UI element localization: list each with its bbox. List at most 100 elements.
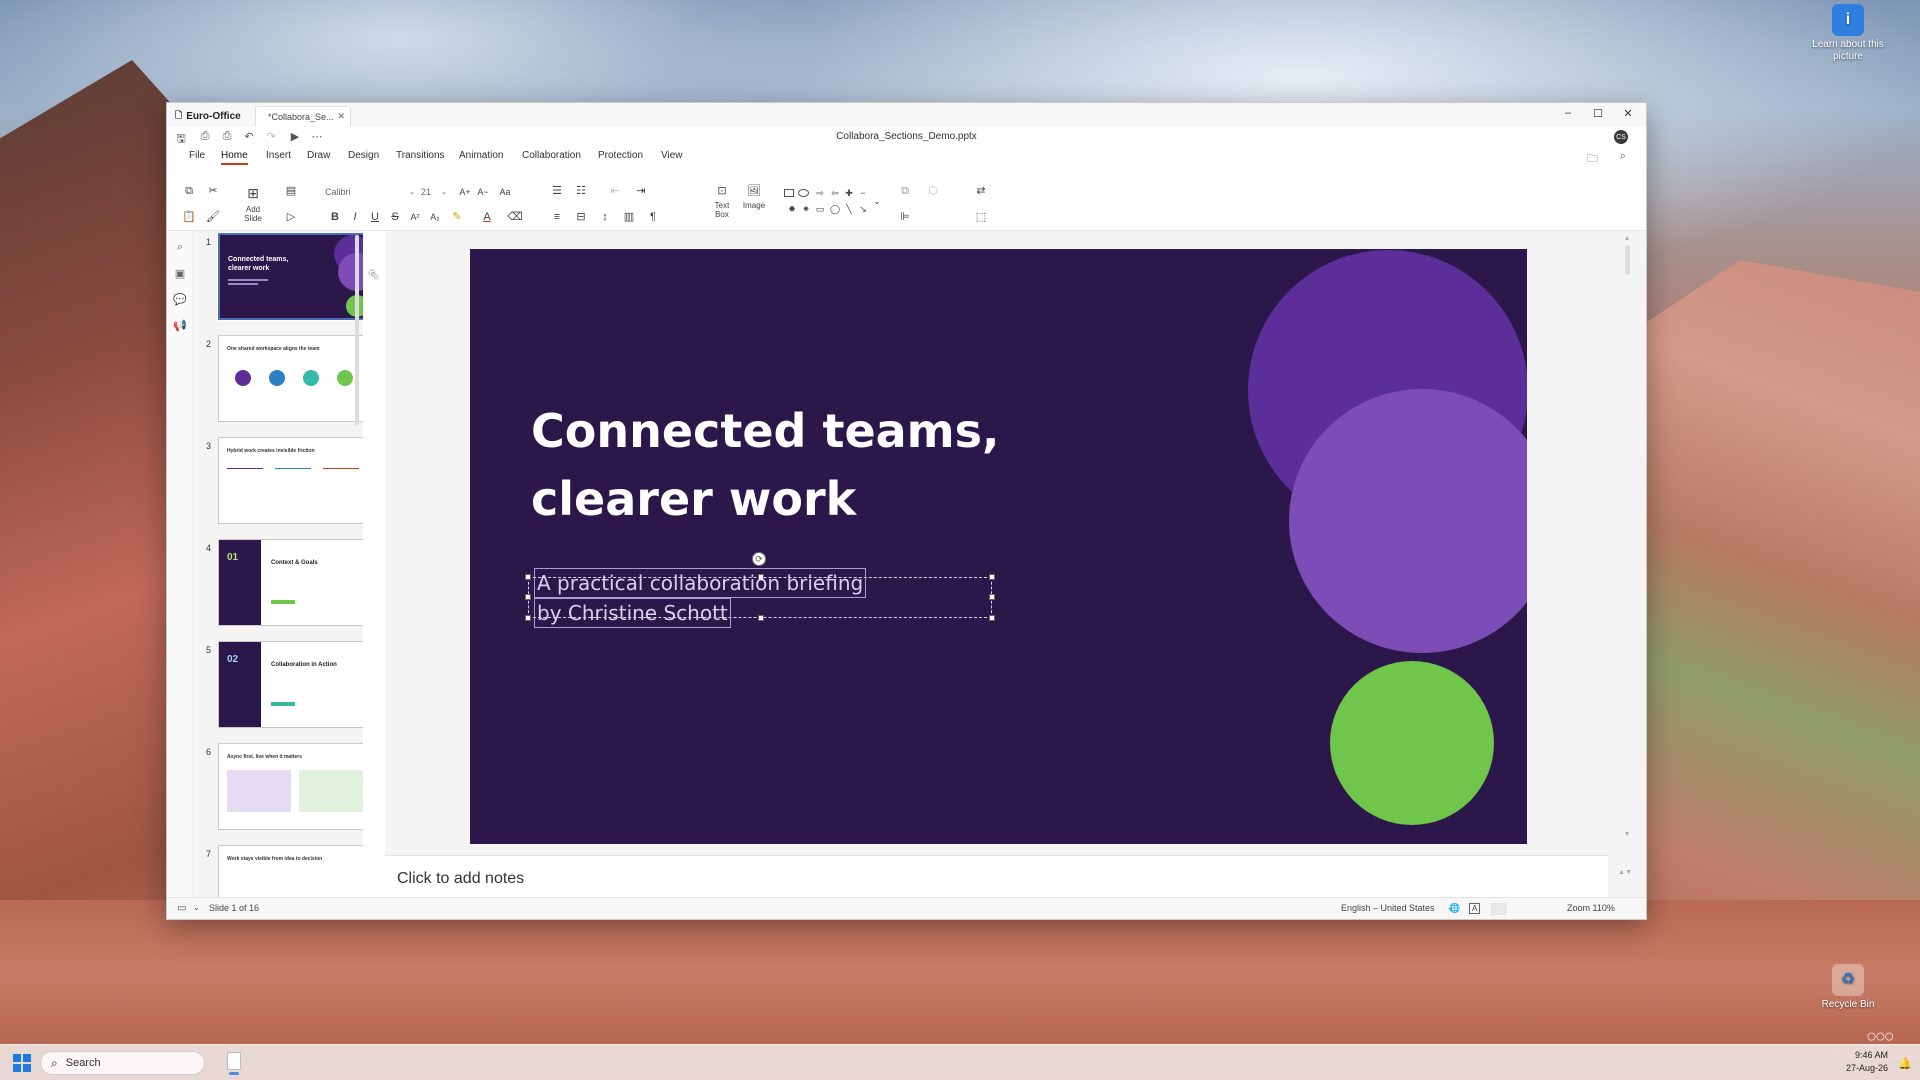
format-painter-icon[interactable]: 🖌 [205,209,221,225]
close-icon[interactable]: ✕ [1620,107,1636,120]
scroll-down-icon[interactable]: ▼ [1622,831,1632,838]
group-icon[interactable]: ⬡ [925,183,941,199]
copy-icon[interactable]: ⧉ [181,183,197,199]
text-box-button[interactable]: Text Box [708,201,736,219]
align-shapes-icon[interactable]: ⊫ [897,209,913,225]
close-tab-icon[interactable]: ✕ [338,111,346,122]
taskbar-app-euro-office[interactable] [222,1050,246,1076]
slide-thumbnail-2[interactable]: One shared workspace aligns the team [218,335,363,422]
slide-thumbnail-4[interactable]: 01 Context & Goals [218,539,363,626]
redo-icon[interactable]: ↷ [263,130,279,143]
rotate-handle[interactable]: ⟳ [752,552,766,566]
spellcheck-icon[interactable]: A [1469,903,1481,914]
slide-thumbnail-1[interactable]: Connected teams, clearer work [217,232,363,321]
add-slide-button[interactable]: Add Slide [237,205,269,223]
menu-insert[interactable]: Insert [266,150,291,161]
maximize-icon[interactable]: ☐ [1590,107,1606,120]
slide-canvas[interactable]: Connected teams, clearer work ⟳ A practi… [470,249,1527,844]
open-file-location-icon[interactable]: 🗀 [1587,150,1598,169]
fit-slide-icon[interactable] [1491,903,1507,915]
columns-icon[interactable]: ▥ [621,209,637,225]
more-icon[interactable]: ⋯ [309,130,325,143]
menu-draw[interactable]: Draw [307,150,330,161]
strikethrough-icon[interactable]: S [387,209,403,225]
align-left-icon[interactable]: ≡ [549,209,565,225]
slide-vertical-scrollbar[interactable] [1625,245,1630,275]
clear-formatting-icon[interactable]: ⌫ [507,209,523,225]
print-icon[interactable]: ⎙ [197,130,213,143]
slide-subtitle[interactable]: A practical collaboration briefing by Ch… [534,568,994,628]
notification-bell-icon[interactable]: 🔔 [1898,1057,1912,1070]
menu-protection[interactable]: Protection [598,150,643,161]
undo-icon[interactable]: ↶ [241,130,257,143]
bold-icon[interactable]: B [327,209,343,225]
feedback-icon[interactable]: 📢 [172,319,188,335]
slide-thumbnail-3[interactable]: Hybrid work creates invisible friction [218,437,363,524]
chevron-down-icon[interactable]: ⌄ [869,193,885,209]
slide-title[interactable]: Connected teams, clearer work [531,397,1091,533]
menu-transitions[interactable]: Transitions [396,150,445,161]
chevron-down-icon[interactable]: ⌄ [193,903,200,912]
menu-home[interactable]: Home [221,150,248,165]
slide-thumbnail-7[interactable]: Work stays visible from idea to decision [218,845,363,897]
quick-print-icon[interactable]: ⎙ [219,130,235,143]
highlight-color-icon[interactable]: ✎ [449,209,465,225]
arrange-icon[interactable]: ⧉ [897,183,913,199]
comments-icon[interactable]: 💬 [172,293,188,309]
subscript-icon[interactable]: A₂ [427,209,443,225]
scroll-up-icon[interactable]: ▲ [1622,235,1632,242]
rectangle-shape-icon[interactable] [784,189,794,197]
menu-file[interactable]: File [189,150,205,161]
ellipse-shape-icon[interactable] [798,189,809,197]
language-globe-icon[interactable]: 🌐 [1449,903,1460,914]
select-all-icon[interactable]: ⬚ [973,209,989,225]
image-icon[interactable]: 🖼 [746,183,762,199]
slideshow-start-icon[interactable]: ▭ [177,903,186,914]
change-case-icon[interactable]: Aa [497,184,513,200]
font-color-icon[interactable]: A [479,209,495,225]
increase-font-icon[interactable]: A+ [457,184,473,200]
app-home-tab[interactable]: 🗋 Euro-Office [175,106,241,126]
image-button[interactable]: Image [740,201,768,210]
bullets-icon[interactable]: ☰ [549,183,565,199]
slide-show-icon[interactable]: ▷ [283,209,299,225]
search-icon[interactable]: ⌕ [172,241,188,257]
italic-icon[interactable]: I [347,209,363,225]
menu-design[interactable]: Design [348,150,379,161]
zoom-level[interactable]: Zoom 110% [1567,903,1615,913]
menu-collaboration[interactable]: Collaboration [522,150,581,161]
add-slide-icon[interactable]: ⊞ [245,185,261,201]
increase-indent-icon[interactable]: ⇥ [633,183,649,199]
slides-panel-icon[interactable]: ▣ [172,267,188,283]
slide-layout-icon[interactable]: ▤ [283,183,299,199]
notes-pane[interactable]: Click to add notes [385,855,1608,897]
desktop-icon-learn-picture[interactable]: i Learn about this picture [1808,4,1888,63]
resize-handle[interactable] [525,574,531,580]
line-spacing-icon[interactable]: ↕ [597,209,613,225]
arrow-right-shape-icon[interactable]: ⇨ [812,185,828,201]
slideshow-icon[interactable]: ▶ [287,130,303,143]
slide-thumbnail-6[interactable]: Async first, live when it matters [218,743,363,830]
language-select[interactable]: English – United States [1341,903,1435,913]
callout-shape-icon[interactable]: ▭ [812,201,828,217]
vertical-align-icon[interactable]: ⊟ [573,209,589,225]
superscript-icon[interactable]: A² [407,209,423,225]
resize-handle[interactable] [525,594,531,600]
decrease-font-icon[interactable]: A− [475,184,491,200]
cut-icon[interactable]: ✂ [205,183,221,199]
text-box-icon[interactable]: ⊡ [714,183,730,199]
notes-scroll-icon[interactable]: ▲▼ [1618,869,1632,876]
paste-icon[interactable]: 📋 [181,209,197,225]
menu-animation[interactable]: Animation [459,150,503,161]
font-name-select[interactable]: Calibri ⌄ [325,184,415,200]
thumbnails-scrollbar[interactable] [355,235,359,425]
resize-handle[interactable] [525,615,531,621]
user-avatar[interactable]: CS [1614,130,1628,144]
font-size-select[interactable]: 21 ⌄ [421,184,447,200]
start-button[interactable] [13,1054,31,1072]
slide-thumbnail-5[interactable]: 02 Collaboration in Action [218,641,363,728]
system-clock[interactable]: 9:46 AM 27-Aug-26 [1846,1049,1888,1075]
search-icon[interactable]: ⌕ [1620,150,1626,163]
menu-view[interactable]: View [661,150,683,161]
taskbar-search[interactable]: ⌕ Search [40,1051,205,1075]
